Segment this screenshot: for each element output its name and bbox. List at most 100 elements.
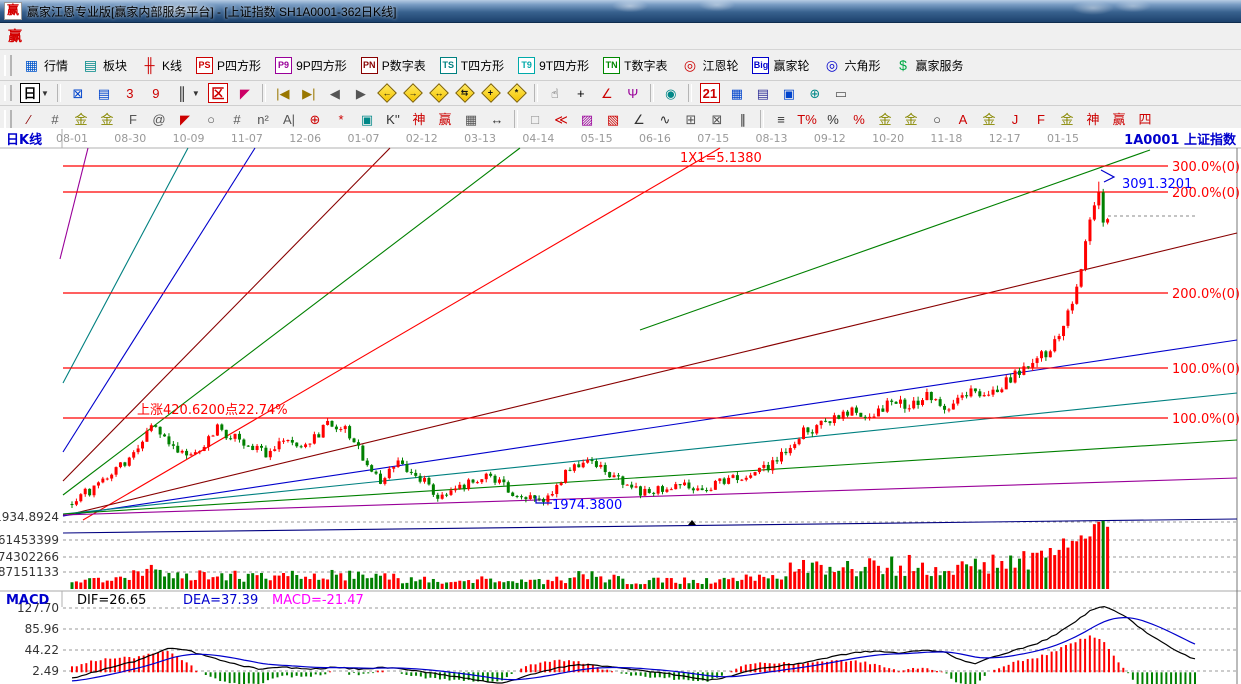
gann-wheel-button[interactable]: ◎ 江恩轮 bbox=[675, 54, 744, 77]
compress-h-button[interactable]: ⇆ bbox=[453, 82, 477, 104]
purple-fan-button[interactable]: ▨ bbox=[575, 108, 599, 130]
next-button[interactable]: ▶ bbox=[349, 82, 373, 104]
percent-lines-button[interactable]: % bbox=[847, 108, 871, 130]
period-selector[interactable]: 日▼ bbox=[17, 81, 52, 105]
shen-angle-button[interactable]: 神 bbox=[1081, 108, 1105, 130]
ratio-bars-button[interactable]: ≡ bbox=[769, 108, 793, 130]
expand-h-button[interactable]: ↔ bbox=[427, 82, 451, 104]
gold-coil2-button[interactable]: 金 bbox=[95, 108, 119, 130]
save-button[interactable]: ▣ bbox=[777, 82, 801, 104]
gold-angle-button[interactable]: 金 bbox=[977, 108, 1001, 130]
k-marks-button[interactable]: K'' bbox=[381, 108, 405, 130]
share-button[interactable]: ⊕ bbox=[803, 82, 827, 104]
toolbar-grip[interactable] bbox=[4, 110, 12, 128]
bars-9-icon[interactable]: 9 bbox=[144, 82, 168, 104]
grid-a-button[interactable]: ⊞ bbox=[679, 108, 703, 130]
winner-service-button[interactable]: $ 赢家服务 bbox=[889, 54, 970, 77]
chart-canvas[interactable]: 08-0108-3010-0911-0712-0601-0702-1203-13… bbox=[0, 128, 1241, 684]
gold-coil-button[interactable]: 金 bbox=[69, 108, 93, 130]
circle-cross-button[interactable]: ⊕ bbox=[303, 108, 327, 130]
9p-square-button[interactable]: P9 9P四方形 bbox=[269, 54, 353, 77]
gold-lines-button[interactable]: 金 bbox=[899, 108, 923, 130]
shen-tool-button[interactable]: 神 bbox=[407, 108, 431, 130]
menu-item[interactable] bbox=[50, 33, 68, 39]
f-angle-button[interactable]: F bbox=[1029, 108, 1053, 130]
menu-item[interactable] bbox=[104, 33, 122, 39]
fan-box-button[interactable]: ▧ bbox=[601, 108, 625, 130]
smart-tool-button[interactable]: ◉ bbox=[659, 82, 683, 104]
menu-item[interactable] bbox=[158, 33, 176, 39]
kline-chart-svg[interactable]: 08-0108-3010-0911-0712-0601-0702-1203-13… bbox=[0, 128, 1241, 684]
quotes-button[interactable]: ▦ 行情 bbox=[17, 54, 74, 77]
sectors-button[interactable]: ▤ 板块 bbox=[76, 54, 133, 77]
color-chart-icon[interactable]: ◤ bbox=[233, 82, 257, 104]
zoom-out-button[interactable]: + bbox=[479, 82, 503, 104]
p-table-button[interactable]: PN P数字表 bbox=[355, 54, 432, 77]
ab-wave-button[interactable]: A bbox=[951, 108, 975, 130]
hand-tool-button[interactable]: ☝ bbox=[543, 82, 567, 104]
n-square-button[interactable]: n² bbox=[251, 108, 275, 130]
scroll-left-button[interactable]: ← bbox=[375, 82, 399, 104]
candle-style-selector[interactable]: ║▼ bbox=[170, 82, 203, 104]
jump-last-button[interactable]: ▶| bbox=[297, 82, 321, 104]
notes-button[interactable]: ▤ bbox=[751, 82, 775, 104]
pen-tool-button[interactable]: ∕ bbox=[17, 108, 41, 130]
grid-b-button[interactable]: ⊠ bbox=[705, 108, 729, 130]
square-star-button[interactable]: ▣ bbox=[355, 108, 379, 130]
9t-square-button[interactable]: T9 9T四方形 bbox=[512, 54, 595, 77]
bars-3-icon[interactable]: 3 bbox=[118, 82, 142, 104]
clock-pen-button[interactable]: ○ bbox=[925, 108, 949, 130]
gold-circle-button[interactable]: 金 bbox=[873, 108, 897, 130]
menu-item[interactable] bbox=[176, 33, 194, 39]
si-angle-button[interactable]: 四 bbox=[1133, 108, 1157, 130]
menu-item[interactable] bbox=[194, 33, 212, 39]
info-view-icon[interactable]: ▤ bbox=[92, 82, 116, 104]
percent-button[interactable]: % bbox=[821, 108, 845, 130]
print-button[interactable]: ▭ bbox=[829, 82, 853, 104]
time-circle-button[interactable]: ○ bbox=[199, 108, 223, 130]
p-square-button[interactable]: PS P四方形 bbox=[190, 54, 267, 77]
grid-lines-button[interactable]: # bbox=[43, 108, 67, 130]
f-ruler-button[interactable]: F bbox=[121, 108, 145, 130]
kline-button[interactable]: ╫ K线 bbox=[135, 54, 188, 77]
angle-lines-button[interactable]: ∠ bbox=[627, 108, 651, 130]
red-fan-button[interactable]: ≪ bbox=[549, 108, 573, 130]
spiral-button[interactable]: @ bbox=[147, 108, 171, 130]
brush-tool-button[interactable]: ◤ bbox=[173, 108, 197, 130]
j-angle-button[interactable]: J bbox=[1003, 108, 1027, 130]
star-button[interactable]: * bbox=[329, 108, 353, 130]
toolbar-grip[interactable] bbox=[4, 85, 12, 102]
menu-item[interactable] bbox=[140, 33, 158, 39]
calendar-button[interactable]: 21 bbox=[697, 81, 723, 105]
wave-button[interactable]: ∿ bbox=[653, 108, 677, 130]
width-arrow-button[interactable]: ↔ bbox=[485, 108, 509, 130]
crosshair-button[interactable]: + bbox=[569, 82, 593, 104]
ying-angle-button[interactable]: 赢 bbox=[1107, 108, 1131, 130]
menu-item[interactable] bbox=[68, 33, 86, 39]
menu-item[interactable] bbox=[32, 33, 50, 39]
scroll-right-button[interactable]: → bbox=[401, 82, 425, 104]
t-square-button[interactable]: TS T四方形 bbox=[434, 54, 510, 77]
region-tool-icon[interactable]: 区 bbox=[205, 81, 231, 105]
calculator-button[interactable]: ▦ bbox=[725, 82, 749, 104]
gann-shape-button[interactable]: Ψ bbox=[621, 82, 645, 104]
fence-button[interactable]: # bbox=[225, 108, 249, 130]
winner-wheel-button[interactable]: Big 赢家轮 bbox=[746, 54, 815, 77]
t-table-button[interactable]: TN T数字表 bbox=[597, 54, 673, 77]
mirror-button[interactable]: A| bbox=[277, 108, 301, 130]
hexagon-button[interactable]: ◎ 六角形 bbox=[818, 54, 887, 77]
ying-tool-button[interactable]: 赢 bbox=[433, 108, 457, 130]
zoom-in-button[interactable]: * bbox=[505, 82, 529, 104]
gold-angle2-button[interactable]: 金 bbox=[1055, 108, 1079, 130]
t-percent-button[interactable]: T% bbox=[795, 108, 819, 130]
prev-button[interactable]: ◀ bbox=[323, 82, 347, 104]
menu-item[interactable] bbox=[86, 33, 104, 39]
parallel-lines-button[interactable]: ∥ bbox=[731, 108, 755, 130]
favorite-stocks-icon[interactable]: ⊠ bbox=[66, 82, 90, 104]
menu-item[interactable] bbox=[122, 33, 140, 39]
grid-table-button[interactable]: ▦ bbox=[459, 108, 483, 130]
jump-first-button[interactable]: |◀ bbox=[271, 82, 295, 104]
box-select-button[interactable]: □ bbox=[523, 108, 547, 130]
toolbar-grip[interactable] bbox=[4, 55, 12, 76]
angle-tool-button[interactable]: ∠ bbox=[595, 82, 619, 104]
